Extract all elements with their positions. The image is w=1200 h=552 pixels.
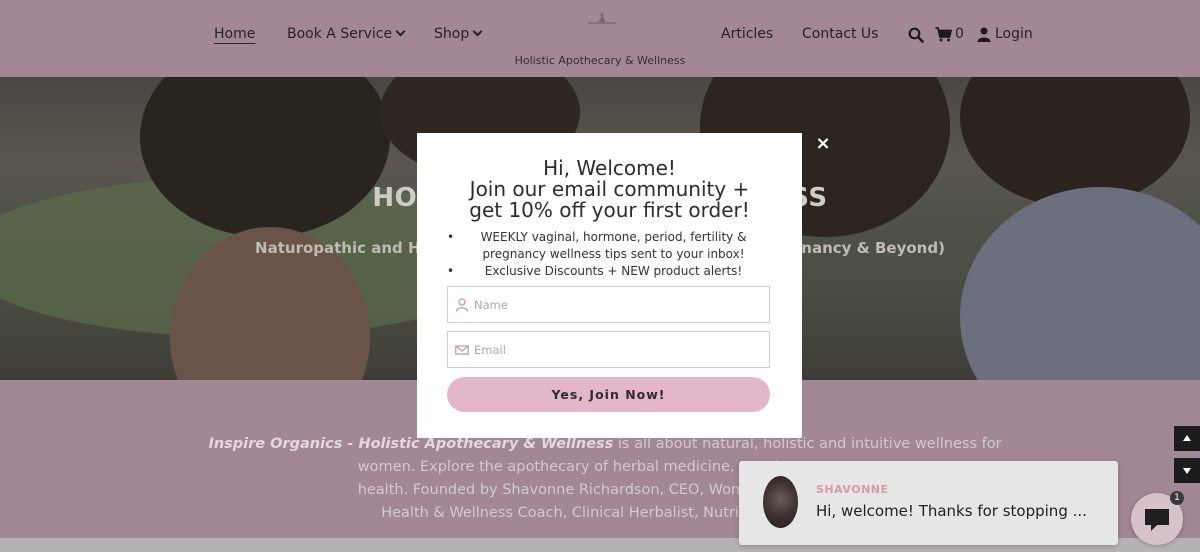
chevron-down-icon [472,26,483,37]
logo[interactable] [584,12,620,26]
email-field[interactable] [447,331,770,368]
person-icon [455,298,469,312]
chat-unread-badge: 1 [1170,491,1184,505]
envelope-icon [455,345,469,355]
name-field[interactable] [447,286,770,323]
email-input[interactable] [474,332,764,367]
avatar [763,476,798,528]
close-icon[interactable]: × [814,135,832,153]
cart-icon[interactable] [935,27,952,42]
about-brand: Inspire Organics - Holistic Apothecary &… [208,436,614,452]
site-tagline: Holistic Apothecary & Wellness [514,54,686,67]
hero-subtitle-left: Naturopathic and H [255,239,421,257]
nav-shop-label: Shop [434,26,470,42]
modal-title-line1: Hi, Welcome! [543,156,676,180]
chat-message-preview: Hi, welcome! Thanks for stopping ... [816,502,1087,520]
modal-benefits-list: WEEKLY vaginal, hormone, period, fertili… [447,229,772,280]
chat-preview-card[interactable]: SHAVONNE Hi, welcome! Thanks for stoppin… [739,461,1118,545]
nav-book-a-service[interactable]: Book A Service [287,26,406,42]
list-item: WEEKLY vaginal, hormone, period, fertili… [447,229,772,263]
email-signup-modal: Hi, Welcome! Join our email community + … [417,133,802,438]
hero-subtitle-right: gnancy & Beyond) [790,239,945,257]
site-header: Home Book A Service Shop Holistic Apothe… [0,0,1200,77]
login-link[interactable]: Login [995,26,1033,42]
scroll-up-button[interactable] [1174,426,1200,451]
modal-title: Hi, Welcome! Join our email community + … [417,158,802,221]
modal-title-line3: get 10% off your first order! [469,198,750,222]
name-input[interactable] [474,287,764,322]
nav-shop[interactable]: Shop [434,26,483,42]
hero-photo-shirt [960,187,1200,380]
user-icon[interactable] [977,27,991,42]
chat-sender-name: SHAVONNE [816,483,889,496]
arrow-up-icon [1183,435,1191,441]
modal-title-line2: Join our email community + [469,177,750,201]
chat-bubble-icon [1145,509,1169,531]
search-icon[interactable] [908,27,924,43]
nav-home[interactable]: Home [214,26,255,42]
nav-book-label: Book A Service [287,26,393,42]
scroll-down-button[interactable] [1174,458,1200,483]
arrow-down-icon [1183,468,1191,474]
cart-count[interactable]: 0 [955,26,964,42]
nav-articles[interactable]: Articles [721,26,773,42]
chevron-down-icon [395,26,406,37]
join-now-button[interactable]: Yes, Join Now! [447,377,770,412]
list-item: Exclusive Discounts + NEW product alerts… [447,263,772,280]
nav-contact-us[interactable]: Contact Us [802,26,878,42]
